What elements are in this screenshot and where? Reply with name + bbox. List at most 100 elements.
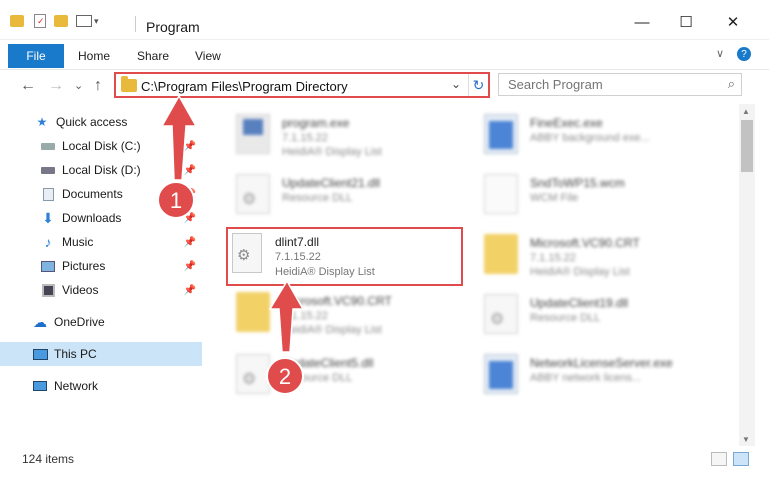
highlighted-file-item[interactable]: ⚙ dlint7.dll 7.1.15.22 HeidiA® Display L… bbox=[226, 227, 463, 286]
drive-icon bbox=[40, 163, 56, 177]
properties-icon[interactable]: ✓ bbox=[34, 14, 46, 28]
refresh-button[interactable]: ↻ bbox=[468, 74, 488, 96]
app-icon bbox=[236, 114, 270, 154]
sidebar-item-onedrive[interactable]: ☁ OneDrive bbox=[0, 310, 202, 334]
sidebar-item-label: OneDrive bbox=[54, 315, 105, 329]
sidebar-item-music[interactable]: ♪ Music 📌 bbox=[0, 230, 202, 254]
file-name: program.exe bbox=[282, 116, 350, 130]
window-title: Program bbox=[146, 19, 200, 35]
item-count: 124 items bbox=[22, 452, 75, 466]
sidebar-item-label: Music bbox=[62, 235, 94, 249]
exe-icon bbox=[484, 114, 518, 154]
sidebar-item-network[interactable]: Network bbox=[0, 374, 202, 398]
search-box[interactable]: ⌕ bbox=[498, 73, 742, 96]
file-name: Microsoft.VC90.CRT bbox=[282, 294, 392, 308]
recent-locations-button[interactable]: ⌄ bbox=[74, 79, 83, 92]
address-bar[interactable]: C:\Program Files\Program Directory ⌄ ↻ bbox=[114, 72, 490, 98]
list-item[interactable]: Microsoft.VC90.CRT 7.1.15.22 HeidiA® Dis… bbox=[218, 286, 458, 338]
title-separator bbox=[135, 16, 136, 32]
sidebar-item-label: Quick access bbox=[56, 115, 128, 129]
new-folder-icon[interactable] bbox=[54, 15, 68, 27]
dll-icon: ⚙ bbox=[236, 174, 270, 214]
file-description: ABBY network licens... bbox=[530, 372, 642, 384]
search-icon[interactable]: ⌕ bbox=[728, 76, 735, 92]
minimize-button[interactable]: — bbox=[622, 10, 662, 34]
list-item[interactable]: ⚙ UpdateClient5.dll Resource DLL bbox=[218, 348, 458, 400]
file-type: Resource DLL bbox=[282, 372, 353, 384]
back-button[interactable]: ← bbox=[20, 77, 36, 95]
tab-share[interactable]: Share bbox=[137, 49, 169, 63]
sidebar-item-local-disk-d[interactable]: Local Disk (D:) 📌 bbox=[0, 158, 202, 182]
file-version: 7.1.15.22 bbox=[282, 310, 328, 322]
file-name: SndToWP15.wcm bbox=[530, 176, 625, 190]
dll-icon: ⚙ bbox=[484, 294, 518, 334]
sidebar-item-label: Videos bbox=[62, 283, 99, 297]
close-button[interactable]: ✕ bbox=[713, 10, 753, 34]
maximize-button[interactable]: ☐ bbox=[666, 10, 706, 34]
up-button[interactable]: ↑ bbox=[94, 77, 102, 95]
large-icons-view-icon[interactable] bbox=[733, 452, 749, 466]
list-item[interactable]: FineExec.exe ABBY background exe... bbox=[466, 108, 706, 160]
sidebar-item-local-disk-c[interactable]: Local Disk (C:) 📌 bbox=[0, 134, 202, 158]
dll-icon: ⚙ bbox=[232, 233, 262, 273]
pin-icon[interactable]: 📌 bbox=[184, 261, 196, 272]
file-name: FineExec.exe bbox=[530, 116, 603, 130]
sidebar-item-downloads[interactable]: ⬇ Downloads 📌 bbox=[0, 206, 202, 230]
scrollbar-thumb[interactable] bbox=[741, 120, 753, 172]
pin-icon[interactable]: 📌 bbox=[184, 285, 196, 296]
expand-ribbon-icon[interactable]: ∨ bbox=[716, 47, 724, 60]
pin-icon[interactable]: 📌 bbox=[184, 141, 196, 152]
sidebar-item-label: Network bbox=[54, 379, 99, 393]
customize-toolbar-icon[interactable] bbox=[76, 15, 92, 27]
quick-access-toolbar: ✓ ▾ bbox=[10, 12, 99, 30]
file-tab[interactable]: File bbox=[8, 44, 64, 68]
documents-icon bbox=[40, 187, 56, 201]
file-name: dlint7.dll bbox=[275, 235, 320, 249]
pictures-icon bbox=[40, 259, 56, 273]
title-bar: ✓ ▾ Program — ☐ ✕ bbox=[0, 0, 769, 40]
list-item[interactable]: ⚙ UpdateClient19.dll Resource DLL bbox=[466, 288, 706, 340]
file-name: UpdateClient19.dll bbox=[530, 296, 629, 310]
list-item[interactable]: ⚙ UpdateClient21.dll Resource DLL bbox=[218, 168, 458, 220]
sidebar-item-quick-access[interactable]: ★ Quick access bbox=[0, 110, 202, 134]
sidebar-item-label: This PC bbox=[54, 347, 97, 361]
file-type: WCM File bbox=[530, 192, 579, 204]
pin-icon[interactable]: 📌 bbox=[184, 165, 196, 176]
address-path[interactable]: C:\Program Files\Program Directory bbox=[141, 79, 348, 94]
pin-icon[interactable]: 📌 bbox=[184, 237, 196, 248]
computer-icon bbox=[32, 347, 48, 361]
file-name: UpdateClient5.dll bbox=[282, 356, 374, 370]
chevron-down-icon[interactable]: ▾ bbox=[94, 16, 99, 27]
tab-view[interactable]: View bbox=[195, 49, 221, 63]
list-item[interactable]: Microsoft.VC90.CRT 7.1.15.22 HeidiA® Dis… bbox=[466, 228, 706, 280]
file-name: NetworkLicenseServer.exe bbox=[530, 356, 673, 370]
scroll-up-icon[interactable]: ▲ bbox=[742, 107, 750, 116]
search-input[interactable] bbox=[508, 77, 708, 92]
forward-button[interactable]: → bbox=[48, 77, 64, 95]
sidebar-item-this-pc[interactable]: This PC bbox=[0, 342, 202, 366]
list-item[interactable]: NetworkLicenseServer.exe ABBY network li… bbox=[466, 348, 706, 400]
details-view-icon[interactable] bbox=[711, 452, 727, 466]
drive-icon bbox=[40, 139, 56, 153]
pin-icon[interactable]: 📌 bbox=[184, 213, 196, 224]
pin-icon[interactable]: 📌 bbox=[184, 189, 196, 200]
vertical-scrollbar[interactable]: ▲ ▼ bbox=[739, 104, 755, 446]
scroll-down-icon[interactable]: ▼ bbox=[742, 435, 750, 444]
sidebar-item-videos[interactable]: Videos 📌 bbox=[0, 278, 202, 302]
file-icon bbox=[484, 174, 518, 214]
sidebar-item-label: Downloads bbox=[62, 211, 122, 225]
sidebar-item-documents[interactable]: Documents 📌 bbox=[0, 182, 202, 206]
videos-icon bbox=[40, 283, 56, 297]
list-item[interactable]: program.exe 7.1.15.22 HeidiA® Display Li… bbox=[218, 108, 458, 160]
help-icon[interactable]: ? bbox=[737, 47, 751, 61]
dll-icon: ⚙ bbox=[236, 354, 270, 394]
file-version: 7.1.15.22 bbox=[282, 132, 328, 144]
sidebar-item-pictures[interactable]: Pictures 📌 bbox=[0, 254, 202, 278]
chevron-down-icon[interactable]: ⌄ bbox=[451, 77, 461, 91]
network-icon bbox=[32, 379, 48, 393]
file-name: UpdateClient21.dll bbox=[282, 176, 381, 190]
file-type: Resource DLL bbox=[282, 192, 353, 204]
tab-home[interactable]: Home bbox=[78, 49, 110, 63]
list-item[interactable]: SndToWP15.wcm WCM File bbox=[466, 168, 706, 220]
file-version: 7.1.15.22 bbox=[275, 251, 321, 263]
